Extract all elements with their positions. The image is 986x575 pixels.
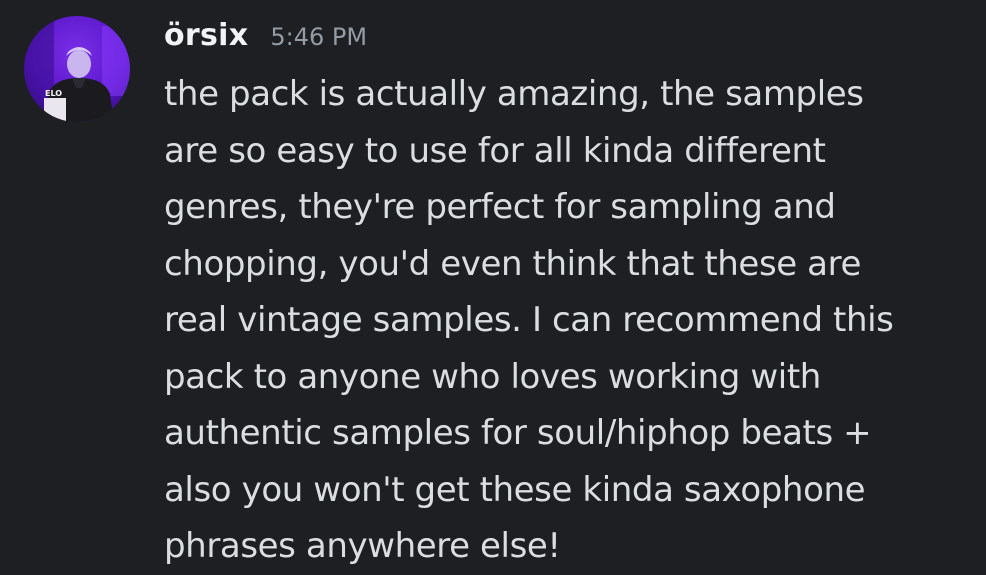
message-line: phrases anywhere else! [164,526,561,566]
message-line: the pack is actually amazing, the sample… [164,74,864,114]
message-content: the pack is actually amazing, the sample… [164,66,964,575]
username[interactable]: örsix [164,18,248,53]
message-line: pack to anyone who loves working with [164,356,821,397]
chat-message: ELO örsix 5:46 PM the pack is actually a… [0,0,986,574]
avatar-shirt-text: ELO [45,89,62,98]
message-header: örsix 5:46 PM [164,18,367,62]
message-line: real vintage samples. I can recommend th… [164,300,894,340]
message-line: chopping, you'd even think that these ar… [164,243,861,284]
message-line: genres, they're perfect for sampling and [164,187,836,227]
timestamp[interactable]: 5:46 PM [270,23,367,51]
message-line: also you won't get these kinda saxophone [164,469,866,510]
message-line: authentic samples for soul/hiphop beats … [164,413,872,453]
user-avatar-icon: ELO [24,16,130,122]
avatar[interactable]: ELO [24,16,130,122]
message-line: are so easy to use for all kinda differe… [164,130,826,171]
